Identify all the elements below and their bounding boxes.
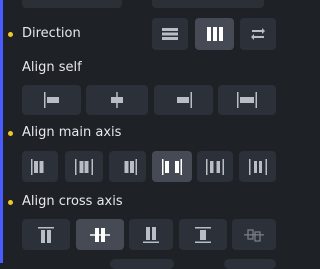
align-main-axis-row: Align main axis bbox=[0, 125, 300, 185]
align-self-stretch-button[interactable] bbox=[218, 85, 276, 115]
direction-row-button[interactable] bbox=[152, 18, 188, 50]
align-main-axis-label: Align main axis bbox=[22, 125, 122, 140]
align-self-stretch-icon bbox=[237, 92, 257, 108]
main-start-button[interactable] bbox=[22, 151, 58, 182]
cross-stretch-button[interactable] bbox=[179, 219, 227, 250]
align-self-start-icon bbox=[43, 92, 59, 108]
align-self-center-button[interactable] bbox=[86, 85, 148, 115]
direction-label: Direction bbox=[22, 26, 81, 41]
main-space-around-icon bbox=[206, 158, 224, 175]
main-space-between-icon bbox=[162, 158, 182, 175]
align-self-end-button[interactable] bbox=[154, 85, 213, 115]
direction-reverse-button[interactable] bbox=[240, 18, 276, 50]
main-space-between-button[interactable] bbox=[152, 151, 192, 182]
cross-start-button[interactable] bbox=[22, 219, 70, 250]
main-end-icon bbox=[124, 158, 137, 175]
reverse-icon bbox=[251, 28, 265, 40]
main-end-button[interactable] bbox=[109, 151, 146, 182]
cross-center-button[interactable] bbox=[76, 219, 124, 250]
cross-stretch-icon bbox=[195, 226, 211, 243]
cross-baseline-icon bbox=[244, 228, 264, 242]
main-space-evenly-button[interactable] bbox=[239, 151, 276, 182]
main-center-button[interactable] bbox=[65, 151, 103, 182]
align-cross-axis-row: Align cross axis bbox=[0, 194, 300, 269]
row-icon bbox=[162, 28, 178, 40]
column-icon bbox=[206, 27, 223, 41]
align-self-end-icon bbox=[176, 92, 192, 108]
align-cross-axis-label: Align cross axis bbox=[22, 194, 123, 209]
direction-column-button[interactable] bbox=[195, 18, 234, 50]
cross-baseline-button[interactable] bbox=[232, 219, 276, 250]
cross-end-icon bbox=[143, 226, 159, 243]
align-self-center-icon bbox=[111, 92, 123, 108]
align-self-start-button[interactable] bbox=[22, 85, 81, 115]
changed-indicator-dot bbox=[8, 131, 13, 136]
main-space-evenly-icon bbox=[248, 158, 267, 175]
cross-end-button[interactable] bbox=[129, 219, 173, 250]
partial-control-bottom[interactable] bbox=[110, 259, 174, 269]
changed-indicator-dot bbox=[8, 32, 13, 37]
partial-control-bottom-right[interactable] bbox=[224, 259, 276, 269]
main-space-around-button[interactable] bbox=[197, 151, 233, 182]
main-center-icon bbox=[75, 158, 93, 175]
direction-row: Direction bbox=[0, 18, 300, 52]
changed-indicator-dot bbox=[8, 200, 13, 205]
cross-start-icon bbox=[38, 226, 54, 243]
partial-control-right[interactable] bbox=[152, 0, 264, 8]
align-self-label: Align self bbox=[22, 60, 82, 75]
cross-center-icon bbox=[90, 227, 110, 242]
partial-control-left[interactable] bbox=[22, 0, 122, 8]
align-self-row: Align self bbox=[0, 60, 300, 120]
main-start-icon bbox=[31, 158, 44, 175]
